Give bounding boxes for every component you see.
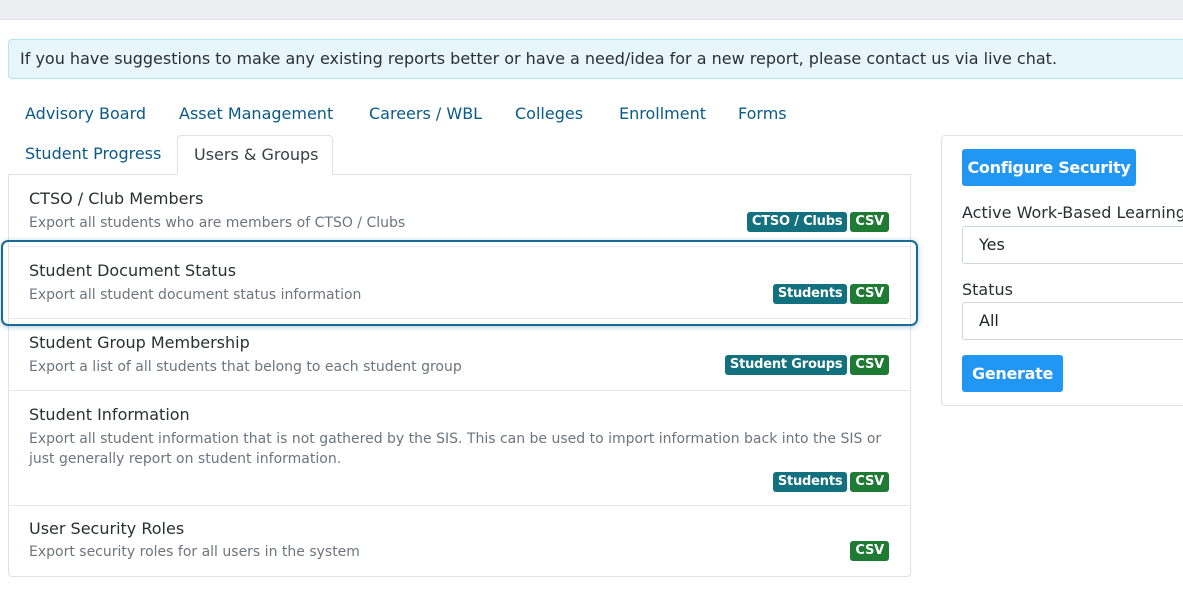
format-badge: CSV [850,284,889,304]
tab-users-groups[interactable]: Users & Groups [177,135,333,175]
report-title: Student Information [29,405,190,424]
active-wbl-label: Active Work-Based Learning [962,203,1183,222]
report-badges: Student Groups CSV [724,355,889,375]
status-label: Status [962,280,1013,299]
report-title: Student Document Status [29,261,237,280]
report-badges: Students CSV [772,284,889,304]
format-badge: CSV [850,541,889,561]
report-title: Student Group Membership [29,333,250,352]
active-wbl-select[interactable]: Yes [962,226,1183,264]
report-row-student-group-membership[interactable]: Student Group Membership Export a list o… [9,319,910,391]
format-badge: CSV [850,472,889,492]
report-description: Export security roles for all users in t… [29,544,360,560]
tab-colleges[interactable]: Colleges [499,95,599,135]
report-description: Export all student document status infor… [29,287,362,303]
format-badge: CSV [850,212,889,232]
report-badges: Students CSV [772,472,889,492]
report-options-panel: Configure Security Active Work-Based Lea… [941,135,1183,406]
generate-button[interactable]: Generate [962,355,1063,392]
tab-asset-management[interactable]: Asset Management [163,95,349,135]
top-bar [0,0,1183,20]
category-badge: CTSO / Clubs [746,212,848,232]
tab-careers-wbl[interactable]: Careers / WBL [353,95,498,135]
report-row-ctso-club-members[interactable]: CTSO / Club Members Export all students … [9,175,910,247]
report-list: CTSO / Club Members Export all students … [8,174,911,577]
report-description: Export all student information that is n… [29,431,882,467]
category-badge: Students [772,472,848,492]
category-badge: Students [772,284,848,304]
report-row-user-security-roles[interactable]: User Security Roles Export security role… [9,506,910,576]
tab-advisory-board[interactable]: Advisory Board [9,95,162,135]
configure-security-button[interactable]: Configure Security [962,149,1136,186]
report-row-student-information[interactable]: Student Information Export all student i… [9,391,910,506]
status-select[interactable]: All [962,302,1183,340]
report-row-student-document-status[interactable]: Student Document Status Export all stude… [9,247,910,319]
report-badges: CTSO / Clubs CSV [746,212,889,232]
info-alert: If you have suggestions to make any exis… [8,39,1183,79]
format-badge: CSV [850,355,889,375]
tab-student-progress[interactable]: Student Progress [9,135,177,175]
report-title: User Security Roles [29,519,185,538]
tab-forms[interactable]: Forms [722,95,803,135]
tab-enrollment[interactable]: Enrollment [603,95,722,135]
report-badges: CSV [850,541,889,561]
category-badge: Student Groups [724,355,848,375]
report-title: CTSO / Club Members [29,189,204,208]
